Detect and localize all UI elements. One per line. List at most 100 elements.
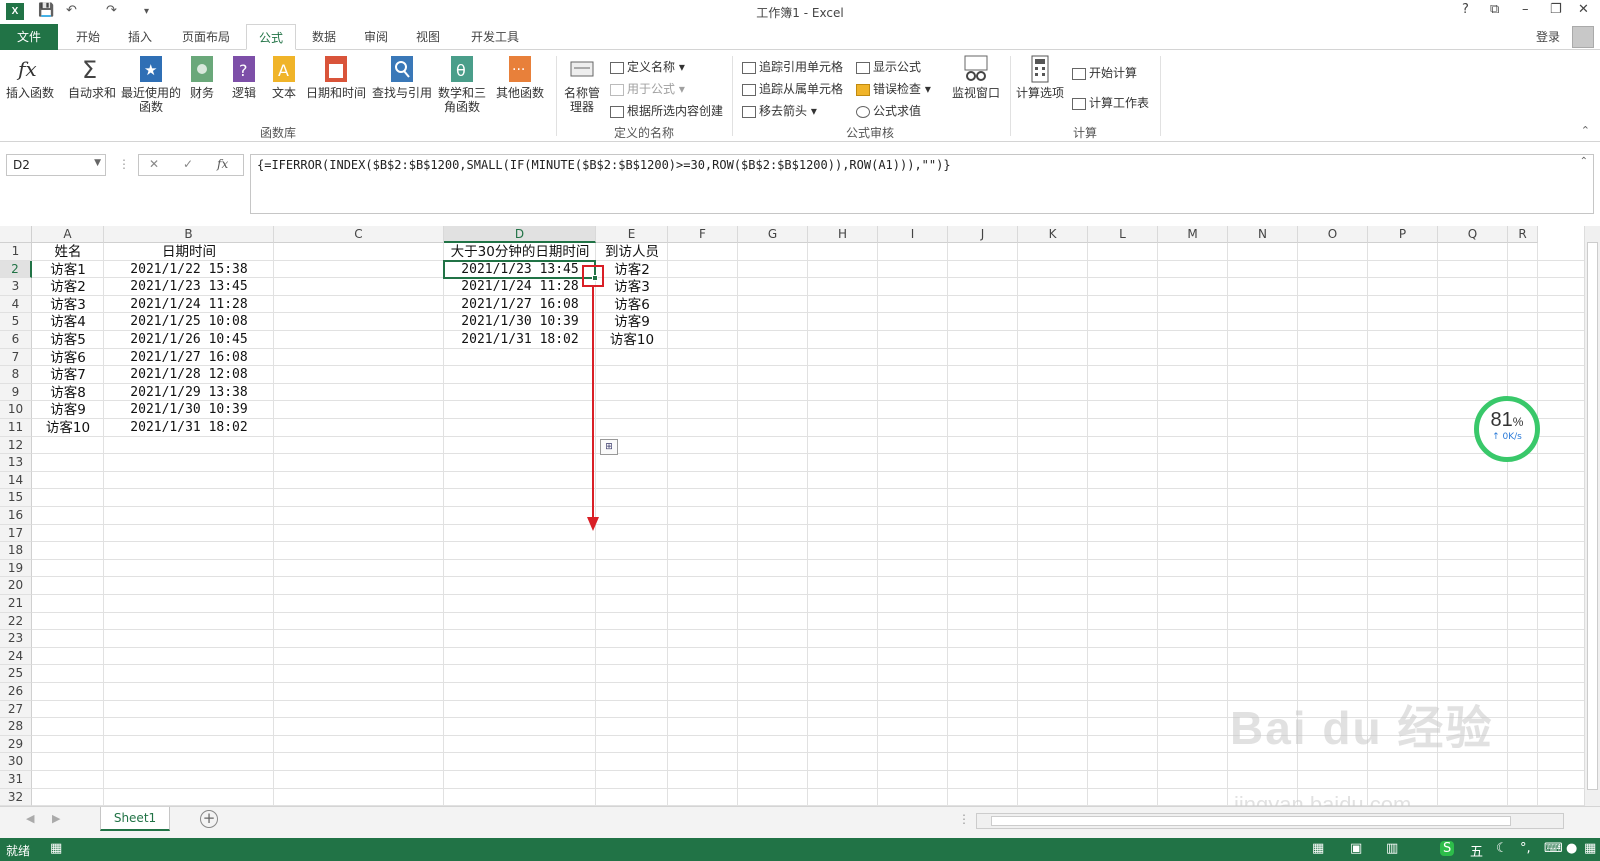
- column-header-o[interactable]: O: [1298, 226, 1368, 243]
- row-header-30[interactable]: 30: [0, 753, 32, 771]
- column-header-e[interactable]: E: [596, 226, 668, 243]
- financial-button[interactable]: 财务: [186, 54, 218, 100]
- remove-arrows-button[interactable]: 移去箭头 ▾: [742, 102, 817, 119]
- cell-a10[interactable]: 访客9: [32, 401, 104, 419]
- error-checking-button[interactable]: 错误检查 ▾: [856, 80, 931, 97]
- cell-e4[interactable]: 访客6: [596, 296, 668, 314]
- column-header-f[interactable]: F: [668, 226, 738, 243]
- calc-options-button[interactable]: 计算选项: [1014, 54, 1066, 100]
- row-header-32[interactable]: 32: [0, 788, 32, 806]
- network-speed-widget[interactable]: 81% ↑ 0K/s: [1474, 396, 1540, 462]
- tab-view[interactable]: 视图: [406, 24, 450, 50]
- cell-b2[interactable]: 2021/1/22 15:38: [104, 261, 274, 279]
- define-name-button[interactable]: 定义名称 ▾: [610, 58, 685, 75]
- cell-a11[interactable]: 访客10: [32, 419, 104, 437]
- vertical-scroll-thumb[interactable]: [1587, 242, 1598, 790]
- create-from-selection-button[interactable]: 根据所选内容创建: [610, 102, 723, 119]
- recently-used-button[interactable]: ★ 最近使用的函数: [120, 54, 182, 114]
- row-header-9[interactable]: 9: [0, 383, 32, 402]
- tab-developer[interactable]: 开发工具: [462, 24, 528, 50]
- cell-b9[interactable]: 2021/1/29 13:38: [104, 384, 274, 402]
- use-in-formula-button[interactable]: 用于公式 ▾: [610, 80, 685, 97]
- tab-review[interactable]: 审阅: [354, 24, 398, 50]
- column-header-q[interactable]: Q: [1438, 226, 1508, 243]
- row-header-15[interactable]: 15: [0, 489, 32, 507]
- cell-d5[interactable]: 2021/1/30 10:39: [444, 313, 596, 331]
- cell-b3[interactable]: 2021/1/23 13:45: [104, 278, 274, 296]
- logical-button[interactable]: ? 逻辑: [228, 54, 260, 100]
- row-header-28[interactable]: 28: [0, 718, 32, 736]
- ime-mode-icon[interactable]: 五: [1470, 841, 1483, 860]
- restore-icon[interactable]: ❐: [1550, 2, 1562, 17]
- text-button[interactable]: A 文本: [268, 54, 300, 100]
- minimize-icon[interactable]: –: [1522, 2, 1529, 17]
- cell-b5[interactable]: 2021/1/25 10:08: [104, 313, 274, 331]
- column-header-p[interactable]: P: [1368, 226, 1438, 243]
- row-header-19[interactable]: 19: [0, 559, 32, 578]
- enter-icon[interactable]: ✓: [183, 157, 193, 171]
- vertical-scrollbar[interactable]: [1584, 226, 1600, 806]
- tab-insert[interactable]: 插入: [118, 24, 162, 50]
- cell-b7[interactable]: 2021/1/27 16:08: [104, 349, 274, 367]
- row-header-22[interactable]: 22: [0, 612, 32, 631]
- row-header-1[interactable]: 1: [0, 243, 32, 261]
- grid-menu-icon[interactable]: ▦: [1584, 841, 1596, 856]
- calc-now-button[interactable]: 开始计算: [1072, 64, 1137, 81]
- cell-d3[interactable]: 2021/1/24 11:28: [444, 278, 596, 296]
- cell-d1[interactable]: 大于30分钟的日期时间: [444, 243, 596, 261]
- cell-e5[interactable]: 访客9: [596, 313, 668, 331]
- cell-e6[interactable]: 访客10: [596, 331, 668, 349]
- cell-a9[interactable]: 访客8: [32, 384, 104, 402]
- column-header-h[interactable]: H: [808, 226, 878, 243]
- lookup-reference-button[interactable]: 查找与引用: [370, 54, 434, 100]
- cancel-icon[interactable]: ✕: [149, 157, 159, 171]
- row-header-16[interactable]: 16: [0, 507, 32, 525]
- row-header-8[interactable]: 8: [0, 366, 32, 384]
- row-header-23[interactable]: 23: [0, 630, 32, 648]
- cell-b11[interactable]: 2021/1/31 18:02: [104, 419, 274, 437]
- row-header-25[interactable]: 25: [0, 665, 32, 683]
- column-header-c[interactable]: C: [274, 226, 444, 243]
- calc-sheet-button[interactable]: 计算工作表: [1072, 94, 1149, 111]
- tab-data[interactable]: 数据: [302, 24, 346, 50]
- column-header-a[interactable]: A: [32, 226, 104, 243]
- horizontal-scrollbar[interactable]: [976, 813, 1564, 829]
- cell-a4[interactable]: 访客3: [32, 296, 104, 314]
- column-header-b[interactable]: B: [104, 226, 274, 243]
- row-header-14[interactable]: 14: [0, 471, 32, 490]
- page-layout-view-icon[interactable]: ▣: [1350, 841, 1362, 856]
- cell-d6[interactable]: 2021/1/31 18:02: [444, 331, 596, 349]
- row-header-26[interactable]: 26: [0, 683, 32, 701]
- cell-a8[interactable]: 访客7: [32, 366, 104, 384]
- more-functions-button[interactable]: ··· 其他函数: [494, 54, 546, 100]
- collapse-ribbon-icon[interactable]: ⌃: [1581, 124, 1590, 137]
- horizontal-scroll-thumb[interactable]: [991, 816, 1511, 826]
- row-header-4[interactable]: 4: [0, 295, 32, 314]
- page-break-view-icon[interactable]: ▥: [1386, 841, 1398, 856]
- select-all-corner[interactable]: [0, 226, 32, 243]
- autosum-button[interactable]: Σ 自动求和: [66, 54, 118, 100]
- row-header-13[interactable]: 13: [0, 454, 32, 472]
- active-cell-d2[interactable]: [443, 259, 596, 280]
- ribbon-display-icon[interactable]: ⧉: [1490, 2, 1499, 17]
- cell-b8[interactable]: 2021/1/28 12:08: [104, 366, 274, 384]
- chevron-down-icon[interactable]: ▼: [94, 158, 101, 168]
- cell-b4[interactable]: 2021/1/24 11:28: [104, 296, 274, 314]
- avatar[interactable]: [1572, 26, 1594, 48]
- insert-function-icon[interactable]: fx: [217, 157, 228, 171]
- punctuation-icon[interactable]: °,: [1520, 841, 1531, 856]
- column-header-j[interactable]: J: [948, 226, 1018, 243]
- close-icon[interactable]: ✕: [1578, 2, 1589, 17]
- row-header-3[interactable]: 3: [0, 278, 32, 296]
- sheet-tab-sheet1[interactable]: Sheet1: [100, 807, 170, 831]
- column-header-d[interactable]: D: [444, 226, 596, 243]
- keyboard-icon[interactable]: ⌨: [1544, 841, 1563, 856]
- row-header-12[interactable]: 12: [0, 436, 32, 455]
- watch-window-button[interactable]: 监视窗口: [948, 54, 1004, 100]
- split-handle-icon[interactable]: ⋮: [958, 812, 970, 826]
- cell-d4[interactable]: 2021/1/27 16:08: [444, 296, 596, 314]
- row-header-29[interactable]: 29: [0, 735, 32, 754]
- row-header-5[interactable]: 5: [0, 313, 32, 331]
- row-header-31[interactable]: 31: [0, 771, 32, 789]
- macro-record-icon[interactable]: ▦: [50, 841, 62, 856]
